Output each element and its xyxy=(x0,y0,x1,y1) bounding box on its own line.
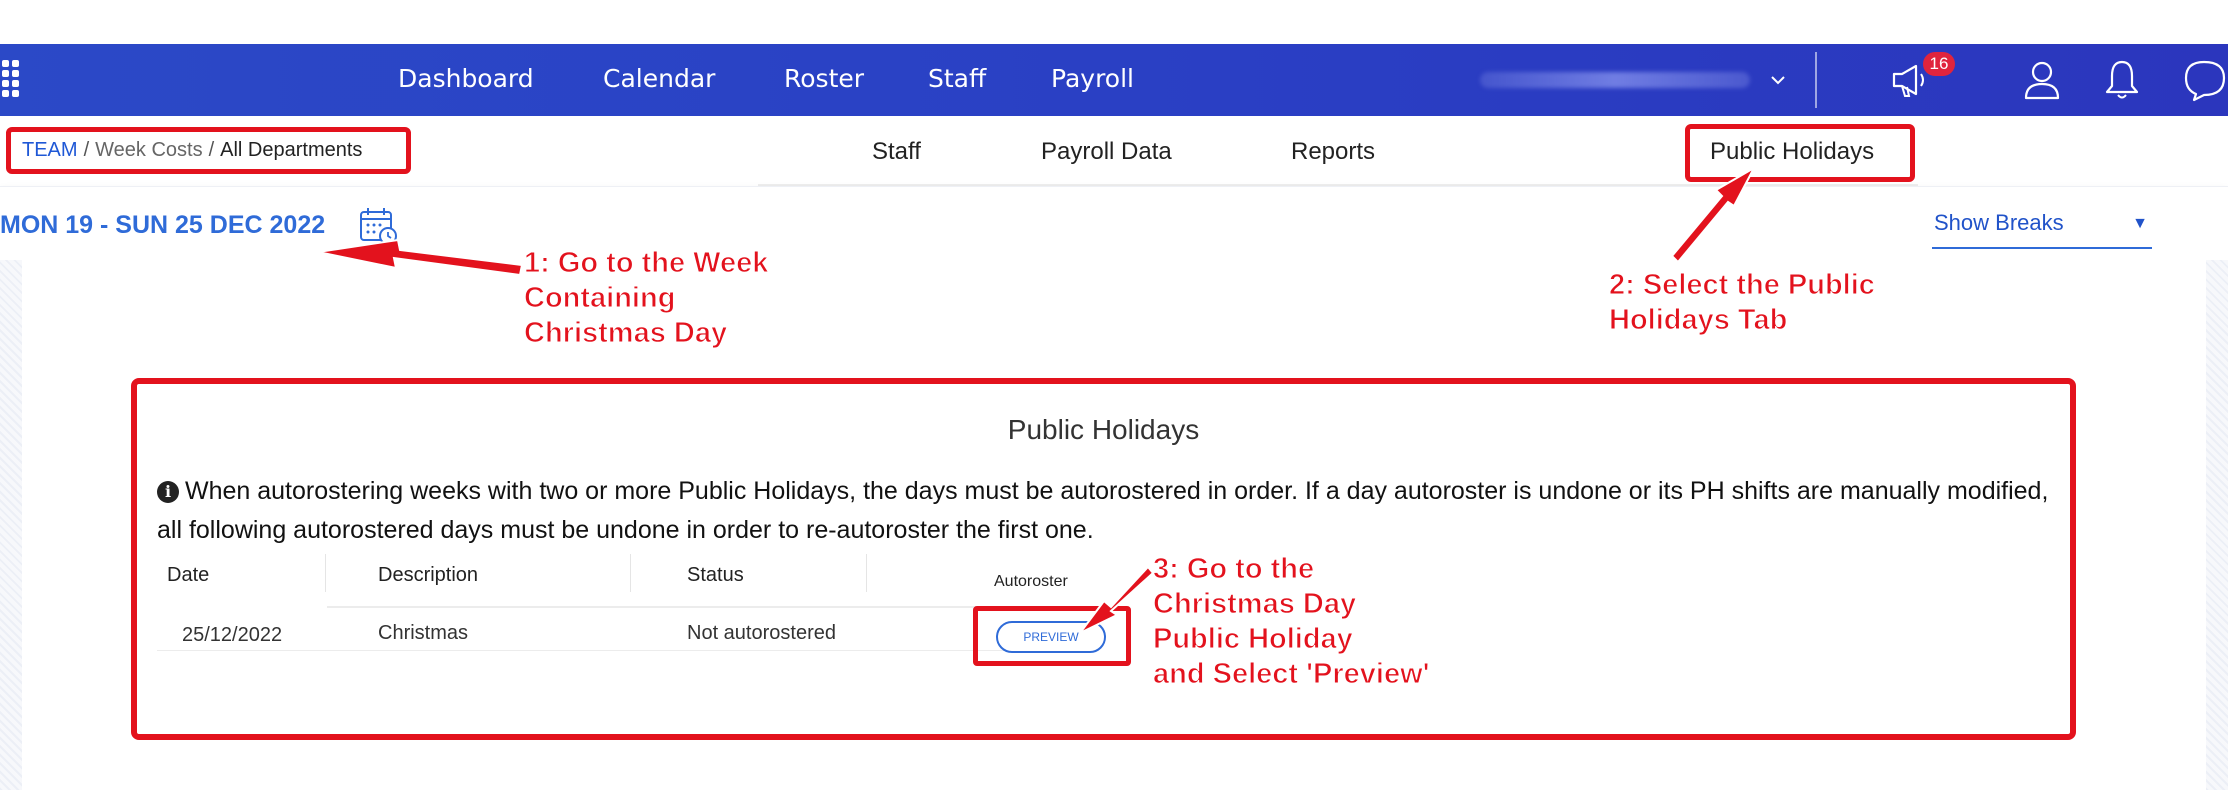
nav-dashboard[interactable]: Dashboard xyxy=(398,64,534,93)
column-divider xyxy=(325,554,326,592)
row-divider xyxy=(327,606,1027,608)
public-holidays-panel: Public Holidays i When autorostering week… xyxy=(131,378,2076,740)
cell-description: Christmas xyxy=(378,622,469,644)
apps-grid-icon[interactable] xyxy=(2,60,28,100)
column-header-date: Date xyxy=(167,564,210,586)
nav-payroll[interactable]: Payroll xyxy=(1051,64,1134,93)
tab-staff[interactable]: Staff xyxy=(872,138,921,166)
annotation-line: Holidays Tab xyxy=(1609,304,1788,337)
column-divider xyxy=(630,554,631,592)
bell-icon[interactable] xyxy=(2102,58,2142,102)
info-icon: i xyxy=(157,481,179,503)
week-range-label[interactable]: MON 19 - SUN 25 DEC 2022 xyxy=(0,211,325,240)
preview-button[interactable]: PREVIEW xyxy=(996,621,1106,653)
column-header-status: Status xyxy=(687,564,744,586)
cell-status: Not autorostered xyxy=(687,622,836,644)
main-content: Public Holidays i When autorostering week… xyxy=(0,260,2228,790)
date-bar: MON 19 - SUN 25 DEC 2022 Show Breaks ▼ xyxy=(0,186,2228,260)
show-breaks-label: Show Breaks xyxy=(1934,210,2064,235)
content-border-left xyxy=(0,260,22,790)
caret-down-icon: ▼ xyxy=(2132,215,2148,232)
annotation-step-1: 1: Go to the Week Containing Christmas D… xyxy=(523,246,769,351)
nav-roster[interactable]: Roster xyxy=(784,64,864,93)
breadcrumb-week-costs[interactable]: Week Costs xyxy=(95,139,202,162)
chat-icon[interactable] xyxy=(2180,58,2228,102)
nav-calendar[interactable]: Calendar xyxy=(603,64,715,93)
annotation-line: Christmas Day xyxy=(523,317,728,350)
annotation-step-2: 2: Select the Public Holidays Tab xyxy=(1609,268,1876,338)
annotation-line: Christmas Day xyxy=(1153,588,1357,621)
breadcrumb-all-departments: All Departments xyxy=(220,139,363,161)
breadcrumb-separator: / xyxy=(83,139,90,161)
show-breaks-select[interactable]: Show Breaks ▼ xyxy=(1932,207,2152,249)
account-selector[interactable] xyxy=(1470,64,1800,96)
sub-navigation-bar: TEAM / Week Costs / All Departments Staf… xyxy=(0,116,2228,186)
column-header-description: Description xyxy=(378,564,479,586)
annotation-line: Public Holiday xyxy=(1153,623,1354,656)
annotation-line: Containing xyxy=(523,282,676,315)
annotation-line: 1: Go to the Week xyxy=(523,247,769,280)
nav-staff[interactable]: Staff xyxy=(928,64,986,93)
content-border-right xyxy=(2206,260,2228,790)
annotation-line: and Select 'Preview' xyxy=(1153,658,1431,691)
annotation-line: 3: Go to the xyxy=(1153,553,1315,586)
top-navigation-bar: Dashboard Calendar Roster Staff Payroll … xyxy=(0,44,2228,116)
account-name-redacted xyxy=(1480,72,1750,88)
info-message-text: When autorostering weeks with two or mor… xyxy=(157,477,2049,544)
annotation-line: 2: Select the Public xyxy=(1609,269,1876,302)
tab-reports[interactable]: Reports xyxy=(1291,138,1375,166)
annotation-step-3: 3: Go to the Christmas Day Public Holida… xyxy=(1153,552,1431,692)
info-message: i When autorostering weeks with two or mo… xyxy=(157,472,2057,550)
row-divider xyxy=(157,650,1027,651)
panel-title: Public Holidays xyxy=(1007,414,1200,445)
chevron-down-icon xyxy=(1771,76,1785,85)
column-header-autoroster: Autoroster xyxy=(994,573,1068,590)
cell-date: 25/12/2022 xyxy=(182,624,283,646)
breadcrumb: TEAM / Week Costs / All Departments xyxy=(6,127,411,174)
column-divider xyxy=(866,554,867,592)
notification-badge: 16 xyxy=(1923,52,1955,76)
user-icon[interactable] xyxy=(2022,58,2062,102)
breadcrumb-team[interactable]: TEAM xyxy=(22,139,78,162)
nav-separator xyxy=(1815,52,1817,108)
calendar-clock-icon[interactable] xyxy=(358,205,400,247)
breadcrumb-separator: / xyxy=(208,139,215,161)
public-holidays-tab-highlight xyxy=(1685,124,1915,182)
tab-payroll-data[interactable]: Payroll Data xyxy=(1041,138,1172,166)
preview-highlight: PREVIEW xyxy=(973,606,1131,666)
